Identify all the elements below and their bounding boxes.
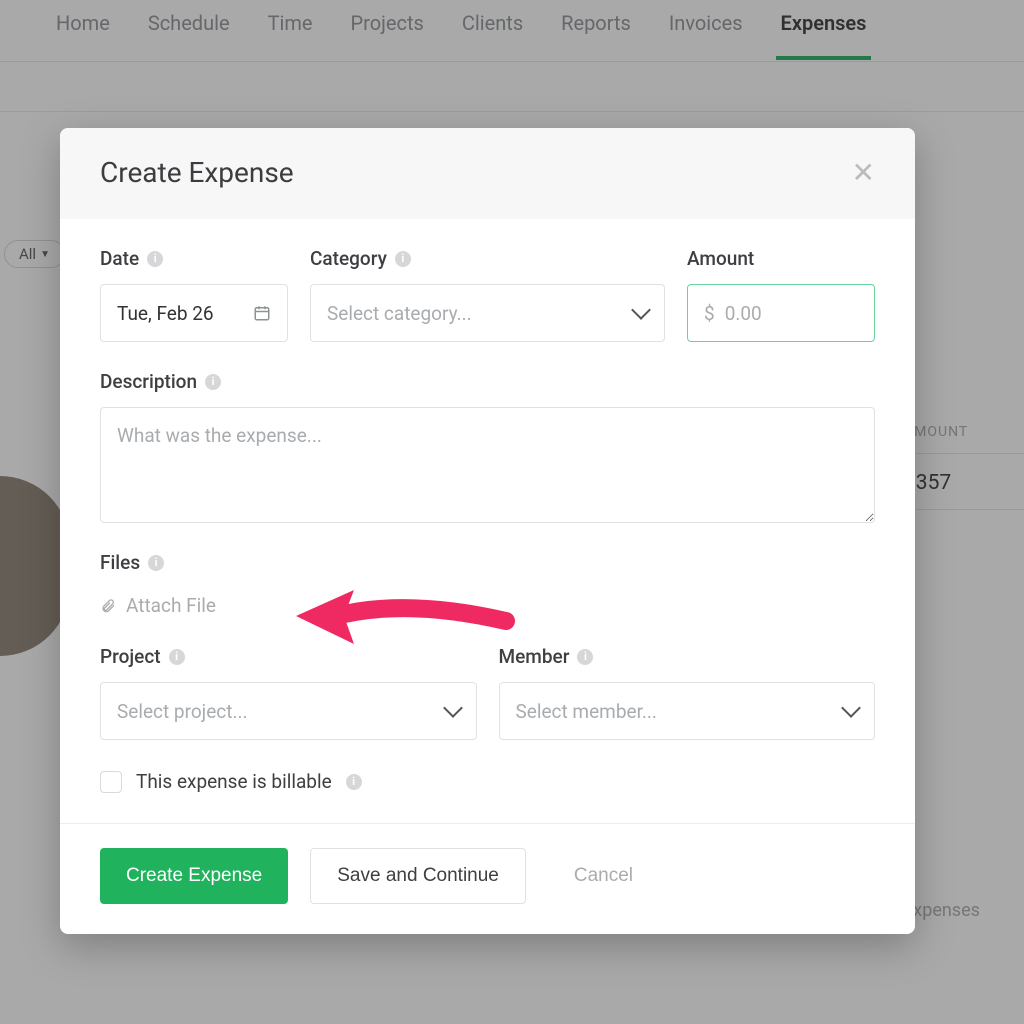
calendar-icon [253, 304, 271, 322]
info-icon[interactable]: i [169, 649, 185, 665]
amount-input[interactable]: $ 0.00 [687, 284, 875, 342]
files-label-text: Files [100, 551, 140, 574]
modal-body: Date i Tue, Feb 26 Category i [60, 219, 915, 823]
currency-symbol: $ [704, 302, 715, 325]
member-placeholder: Select member... [516, 700, 657, 723]
modal-title: Create Expense [100, 156, 294, 189]
billable-row: This expense is billable i [100, 770, 875, 793]
member-label: Member i [499, 645, 876, 668]
billable-label: This expense is billable [136, 770, 332, 793]
create-expense-modal: Create Expense ✕ Date i Tue, Feb 26 [60, 128, 915, 934]
attach-file-button[interactable]: Attach File [100, 594, 875, 617]
amount-label-text: Amount [687, 247, 754, 270]
amount-placeholder: 0.00 [725, 302, 762, 325]
project-label-text: Project [100, 645, 161, 668]
description-label: Description i [100, 370, 875, 393]
category-label: Category i [310, 247, 665, 270]
modal-header: Create Expense ✕ [60, 128, 915, 219]
info-icon[interactable]: i [148, 555, 164, 571]
date-label-text: Date [100, 247, 139, 270]
project-label: Project i [100, 645, 477, 668]
project-placeholder: Select project... [117, 700, 248, 723]
project-select[interactable]: Select project... [100, 682, 477, 740]
files-label: Files i [100, 551, 875, 574]
paperclip-icon [100, 597, 116, 615]
info-icon[interactable]: i [346, 774, 362, 790]
date-input[interactable]: Tue, Feb 26 [100, 284, 288, 342]
close-icon[interactable]: ✕ [852, 156, 875, 189]
category-placeholder: Select category... [327, 302, 472, 325]
chevron-down-icon [841, 698, 861, 718]
member-select[interactable]: Select member... [499, 682, 876, 740]
member-label-text: Member [499, 645, 570, 668]
modal-footer: Create Expense Save and Continue Cancel [60, 823, 915, 934]
chevron-down-icon [631, 300, 651, 320]
info-icon[interactable]: i [577, 649, 593, 665]
description-label-text: Description [100, 370, 197, 393]
amount-label: Amount [687, 247, 875, 270]
save-and-continue-button[interactable]: Save and Continue [310, 848, 526, 904]
chevron-down-icon [443, 698, 463, 718]
info-icon[interactable]: i [147, 251, 163, 267]
cancel-button[interactable]: Cancel [548, 848, 659, 904]
info-icon[interactable]: i [395, 251, 411, 267]
create-expense-button[interactable]: Create Expense [100, 848, 288, 904]
date-label: Date i [100, 247, 288, 270]
category-select[interactable]: Select category... [310, 284, 665, 342]
billable-checkbox[interactable] [100, 771, 122, 793]
category-label-text: Category [310, 247, 387, 270]
description-textarea[interactable] [100, 407, 875, 523]
info-icon[interactable]: i [205, 374, 221, 390]
date-value: Tue, Feb 26 [117, 302, 214, 325]
attach-file-label: Attach File [126, 594, 216, 617]
